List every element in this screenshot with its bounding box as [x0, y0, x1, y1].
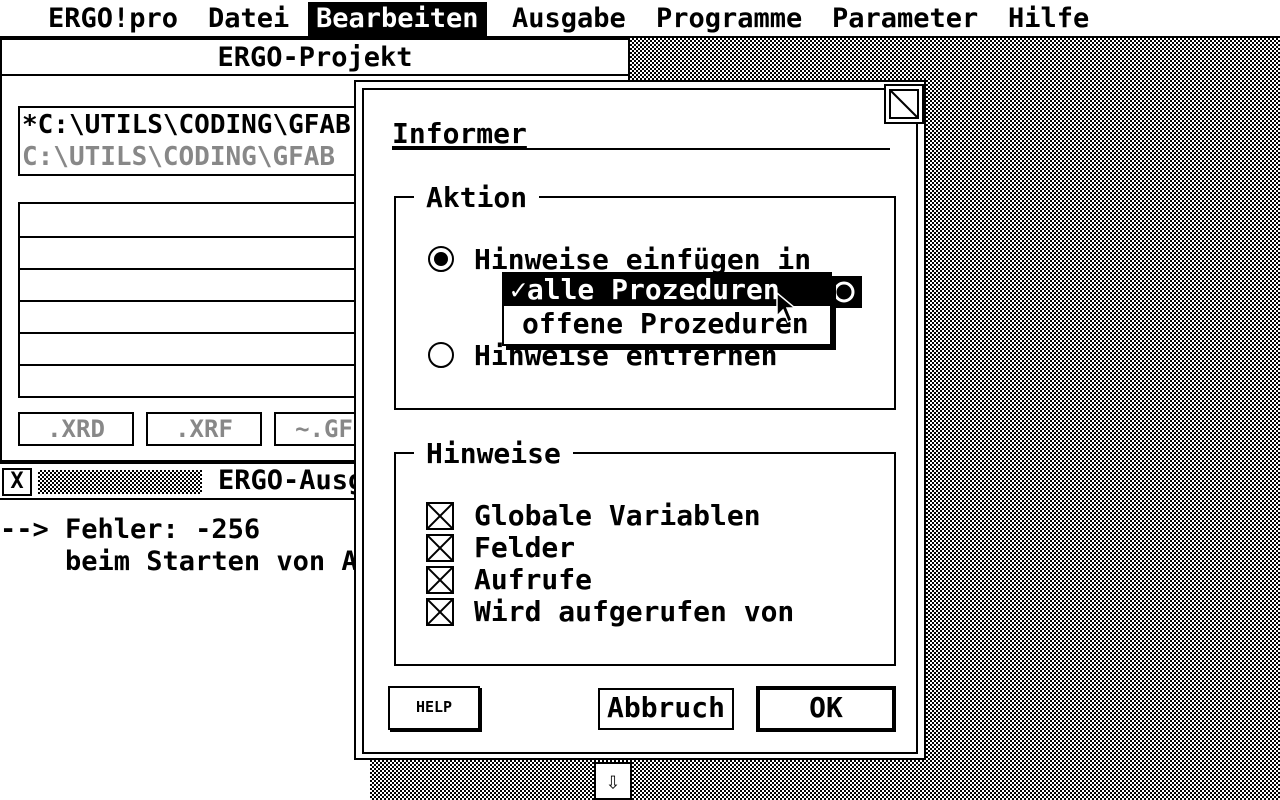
output-line: beim Starten von A [0, 546, 358, 577]
scroll-down-arrow-icon[interactable]: ⇩ [594, 762, 632, 800]
output-window: X ERGO-Ausg --> Fehler: -256 beim Starte… [0, 462, 370, 800]
project-path-active[interactable]: *C:\UTILS\CODING\GFAB [22, 110, 351, 140]
menu-bar: ERGO!pro Datei Bearbeiten Ausgabe Progra… [0, 0, 1280, 38]
checkbox-calls-label[interactable]: Aufrufe [474, 564, 592, 596]
xrd-button[interactable]: .XRD [18, 412, 134, 446]
menu-programme[interactable]: Programme [648, 2, 810, 36]
checkbox-calls[interactable] [426, 566, 454, 594]
mouse-pointer-icon [776, 292, 798, 324]
menu-bearbeiten[interactable]: Bearbeiten [308, 2, 487, 36]
checkbox-global-vars-label[interactable]: Globale Variablen [474, 500, 761, 532]
menu-ergopro[interactable]: ERGO!pro [40, 2, 186, 36]
menu-ausgabe[interactable]: Ausgabe [504, 2, 634, 36]
help-button[interactable]: HELP [388, 686, 480, 730]
list-item[interactable] [20, 364, 366, 396]
checkbox-global-vars[interactable] [426, 502, 454, 530]
checkbox-called-by-label[interactable]: Wird aufgerufen von [474, 596, 794, 628]
title-divider [392, 148, 890, 150]
project-file-list[interactable] [18, 202, 368, 398]
radio-insert[interactable] [428, 246, 454, 272]
cancel-button[interactable]: Abbruch [598, 688, 734, 730]
list-item[interactable] [20, 204, 366, 238]
checkbox-fields[interactable] [426, 534, 454, 562]
xrf-button[interactable]: .XRF [146, 412, 262, 446]
list-item[interactable] [20, 332, 366, 366]
list-item[interactable] [20, 300, 366, 334]
project-path-inactive[interactable]: C:\UTILS\CODING\GFAB [22, 142, 335, 172]
ok-button[interactable]: OK [756, 686, 896, 732]
output-line: --> Fehler: -256 [0, 514, 261, 545]
titlebar-pattern [38, 470, 202, 494]
radio-remove[interactable] [428, 342, 454, 368]
checkbox-called-by[interactable] [426, 598, 454, 626]
list-item[interactable] [20, 236, 366, 270]
output-window-titlebar[interactable]: X ERGO-Ausg [0, 464, 370, 500]
list-item[interactable] [20, 268, 366, 302]
project-path-list[interactable]: *C:\UTILS\CODING\GFAB C:\UTILS\CODING\GF… [18, 106, 368, 176]
hints-group-title: Hinweise [414, 438, 573, 470]
checkbox-fields-label[interactable]: Felder [474, 532, 575, 564]
menu-datei[interactable]: Datei [200, 2, 297, 36]
informer-dialog: Informer Aktion Hinweise einfügen in Hin… [354, 80, 926, 760]
dialog-title: Informer [392, 117, 527, 150]
menu-hilfe[interactable]: Hilfe [1000, 2, 1097, 36]
action-group-title: Aktion [414, 182, 540, 214]
project-window-titlebar[interactable]: ERGO-Projekt [2, 40, 628, 76]
project-window-title: ERGO-Projekt [217, 42, 413, 73]
menu-parameter[interactable]: Parameter [824, 2, 986, 36]
output-window-title: ERGO-Ausg [218, 465, 365, 496]
close-icon[interactable]: X [2, 468, 32, 496]
dialog-move-icon[interactable] [884, 84, 924, 124]
hints-group [394, 452, 896, 666]
